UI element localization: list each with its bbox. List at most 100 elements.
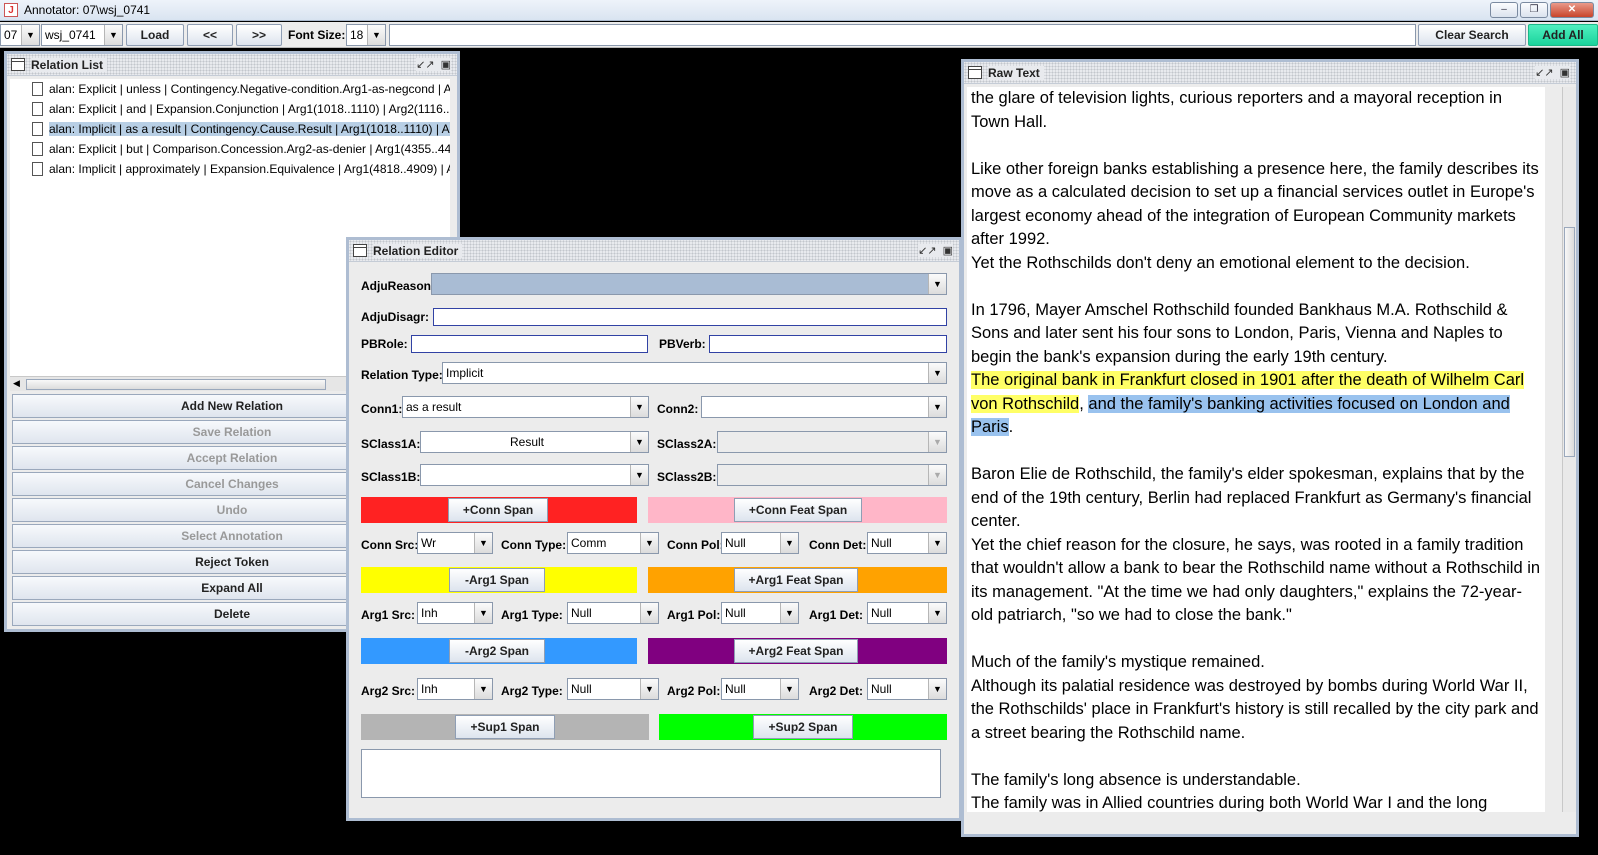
- scroll-thumb[interactable]: [1564, 227, 1575, 457]
- chevron-down-icon[interactable]: ▼: [928, 363, 946, 383]
- list-item[interactable]: alan: Explicit | and | Expansion.Conjunc…: [10, 99, 450, 119]
- sup2-span-button[interactable]: +Sup2 Span: [753, 715, 853, 739]
- chevron-down-icon[interactable]: ▼: [474, 679, 492, 699]
- sclass2a-select[interactable]: ▼: [717, 431, 947, 453]
- chevron-down-icon[interactable]: ▼: [640, 679, 658, 699]
- sclass2b-select[interactable]: ▼: [717, 464, 947, 486]
- chevron-down-icon[interactable]: ▼: [928, 679, 946, 699]
- arg1-type-select[interactable]: Null ▼: [567, 602, 659, 624]
- arg1-feat-span-button[interactable]: +Arg1 Feat Span: [734, 568, 858, 592]
- window-icon: [353, 244, 367, 257]
- maximize-icon[interactable]: ▣: [441, 58, 451, 71]
- conn-src-select[interactable]: Wr ▼: [417, 532, 493, 554]
- chevron-down-icon[interactable]: ▼: [104, 25, 122, 45]
- search-input[interactable]: [389, 24, 1416, 46]
- list-item[interactable]: alan: Implicit | approximately | Expansi…: [10, 159, 450, 179]
- arg1-det-select[interactable]: Null ▼: [867, 602, 947, 624]
- arg1-src-select[interactable]: Inh ▼: [417, 602, 493, 624]
- arg2-pol-select[interactable]: Null ▼: [721, 678, 799, 700]
- chevron-down-icon[interactable]: ▼: [630, 465, 648, 485]
- arg2-pol-label: Arg2 Pol:: [667, 684, 721, 698]
- chevron-down-icon[interactable]: ▼: [367, 25, 385, 45]
- pbrole-input[interactable]: [411, 335, 648, 353]
- conn-type-select[interactable]: Comm ▼: [567, 532, 659, 554]
- sclass1a-select[interactable]: Result ▼: [420, 431, 649, 453]
- scroll-thumb[interactable]: [26, 379, 326, 390]
- sentence: the glare of television lights, curious …: [971, 89, 1503, 131]
- font-size-select[interactable]: 18 ▼: [346, 24, 386, 46]
- raw-text-header[interactable]: Raw Text ↙↗ ▣: [964, 62, 1576, 84]
- pbverb-input[interactable]: [709, 335, 947, 353]
- conn-span-button[interactable]: +Conn Span: [448, 498, 548, 522]
- chevron-down-icon[interactable]: ▼: [928, 432, 946, 452]
- conn-span-bar: +Conn Span: [361, 497, 637, 523]
- arg2-src-label: Arg2 Src:: [361, 684, 416, 698]
- vertical-scrollbar[interactable]: [1562, 87, 1576, 812]
- conn-det-select[interactable]: Null ▼: [867, 532, 947, 554]
- conn1-select[interactable]: as a result ▼: [402, 396, 649, 418]
- chevron-down-icon[interactable]: ▼: [474, 533, 492, 553]
- list-item[interactable]: alan: Explicit | unless | Contingency.Ne…: [10, 79, 450, 99]
- arg2-span-button[interactable]: -Arg2 Span: [449, 639, 545, 663]
- file-icon: [32, 142, 43, 156]
- conn-pol-select[interactable]: Null ▼: [721, 532, 799, 554]
- arg2-det-select[interactable]: Null ▼: [867, 678, 947, 700]
- conn2-select[interactable]: ▼: [701, 396, 947, 418]
- sclass1b-select[interactable]: ▼: [420, 464, 649, 486]
- chevron-down-icon[interactable]: ▼: [640, 533, 658, 553]
- relation-list-header[interactable]: Relation List ↙↗ ▣: [7, 54, 457, 76]
- add-all-button[interactable]: Add All: [1528, 24, 1598, 46]
- list-item-selected[interactable]: alan: Implicit | as a result | Contingen…: [10, 119, 450, 139]
- relation-type-select[interactable]: Implicit ▼: [442, 362, 947, 384]
- conn-type-label: Conn Type:: [501, 538, 567, 552]
- conn-feat-span-button[interactable]: +Conn Feat Span: [734, 498, 862, 522]
- chevron-down-icon[interactable]: ▼: [780, 533, 798, 553]
- chevron-down-icon[interactable]: ▼: [928, 603, 946, 623]
- chevron-down-icon[interactable]: ▼: [630, 397, 648, 417]
- relation-editor-header[interactable]: Relation Editor ↙↗ ▣: [349, 240, 959, 262]
- maximize-icon[interactable]: ▣: [943, 244, 953, 257]
- sclass1a-label: SClass1A:: [361, 437, 421, 451]
- raw-text-area[interactable]: the glare of television lights, curious …: [967, 87, 1545, 812]
- minimize-icon[interactable]: ↙↗: [1535, 66, 1553, 79]
- comment-textarea[interactable]: [361, 749, 941, 798]
- arg1-type-label: Arg1 Type:: [501, 608, 563, 622]
- minimize-icon[interactable]: ↙↗: [918, 244, 936, 257]
- maximize-button[interactable]: ❐: [1520, 2, 1548, 18]
- arg2-type-select[interactable]: Null ▼: [567, 678, 659, 700]
- chevron-down-icon[interactable]: ▼: [928, 397, 946, 417]
- minimize-icon[interactable]: ↙↗: [416, 58, 434, 71]
- chevron-down-icon[interactable]: ▼: [780, 679, 798, 699]
- adju-reason-select[interactable]: ▼: [431, 273, 947, 295]
- maximize-icon[interactable]: ▣: [1560, 66, 1570, 79]
- arg2-feat-span-button[interactable]: +Arg2 Feat Span: [734, 639, 858, 663]
- arg2-src-select[interactable]: Inh ▼: [417, 678, 493, 700]
- file-select[interactable]: wsj_0741 ▼: [41, 24, 123, 46]
- list-item[interactable]: alan: Explicit | but | Comparison.Conces…: [10, 139, 450, 159]
- chevron-down-icon[interactable]: ▼: [640, 603, 658, 623]
- arg1-pol-select[interactable]: Null ▼: [721, 602, 799, 624]
- chevron-down-icon[interactable]: ▼: [21, 25, 39, 45]
- chevron-down-icon[interactable]: ▼: [928, 274, 946, 294]
- clear-search-button[interactable]: Clear Search: [1418, 24, 1526, 46]
- arg2-det-value: Null: [871, 682, 892, 696]
- chevron-down-icon[interactable]: ▼: [630, 432, 648, 452]
- sentence: Much of the family's mystique remained.: [971, 653, 1265, 671]
- arg1-span-button[interactable]: -Arg1 Span: [449, 568, 545, 592]
- chevron-down-icon[interactable]: ▼: [928, 533, 946, 553]
- adju-disagr-input[interactable]: [433, 308, 947, 326]
- paragraph: Baron Elie de Rothschild, the family's e…: [967, 463, 1545, 628]
- chevron-down-icon[interactable]: ▼: [780, 603, 798, 623]
- scroll-left-icon[interactable]: ◀: [13, 378, 20, 389]
- next-button[interactable]: >>: [236, 24, 282, 46]
- minimize-button[interactable]: –: [1490, 2, 1518, 18]
- conn-pol-value: Null: [725, 536, 746, 550]
- arg1-det-label: Arg1 Det:: [809, 608, 864, 622]
- load-button[interactable]: Load: [126, 24, 184, 46]
- sup1-span-button[interactable]: +Sup1 Span: [455, 715, 555, 739]
- section-select[interactable]: 07 ▼: [0, 24, 40, 46]
- previous-button[interactable]: <<: [187, 24, 233, 46]
- chevron-down-icon[interactable]: ▼: [474, 603, 492, 623]
- chevron-down-icon[interactable]: ▼: [928, 465, 946, 485]
- close-button[interactable]: ✕: [1550, 2, 1594, 18]
